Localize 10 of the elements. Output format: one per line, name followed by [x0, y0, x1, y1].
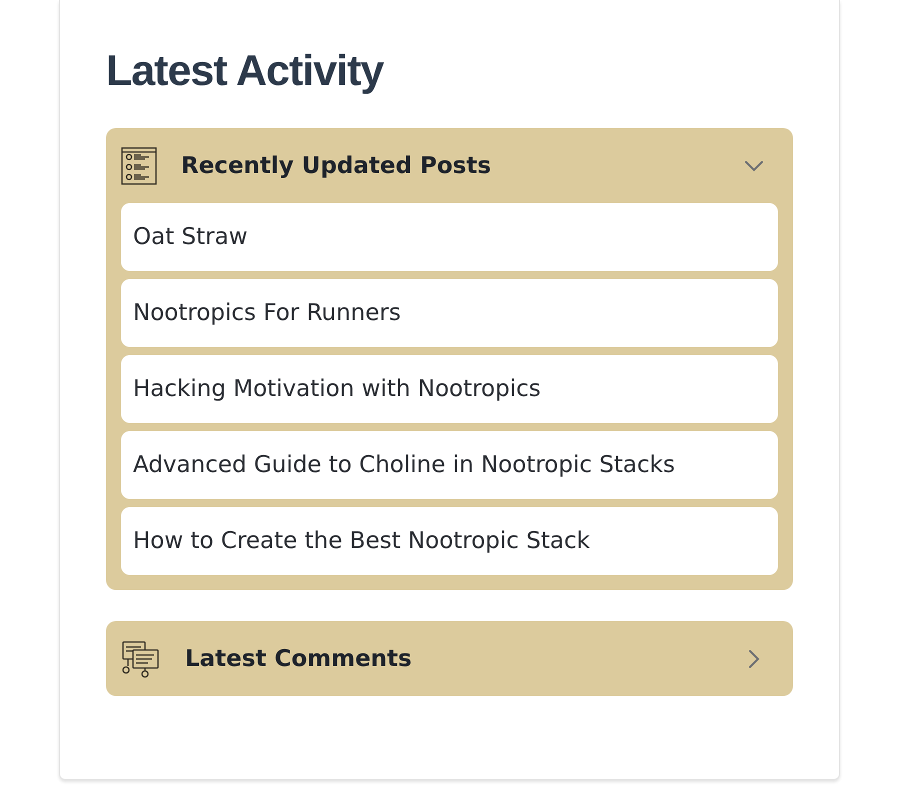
document-list-icon — [121, 146, 157, 184]
page-title: Latest Activity — [106, 46, 385, 97]
post-link[interactable]: Oat Straw — [121, 203, 778, 271]
chat-bubbles-icon — [121, 640, 161, 678]
accordion-header[interactable]: Latest Comments — [185, 646, 720, 672]
post-link[interactable]: How to Create the Best Nootropic Stack — [121, 507, 778, 575]
post-link[interactable]: Hacking Motivation with Nootropics — [121, 355, 778, 423]
post-link[interactable]: Advanced Guide to Choline in Nootropic Stacks — [121, 431, 778, 499]
accordion-header[interactable]: Recently Updated Posts — [181, 152, 720, 178]
post-link[interactable]: Nootropics For Runners — [121, 279, 778, 347]
